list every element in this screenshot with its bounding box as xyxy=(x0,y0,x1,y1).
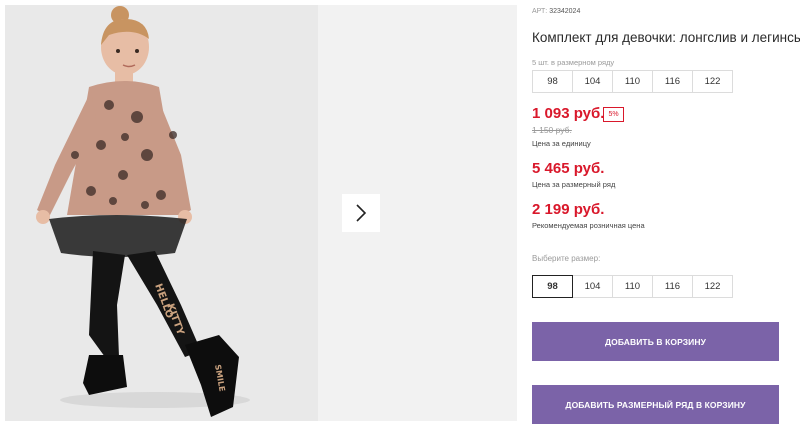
size-selector: 98 104 110 116 122 xyxy=(532,275,733,298)
size-option-98[interactable]: 98 xyxy=(532,275,573,298)
series-size-cell: 98 xyxy=(532,70,573,93)
product-title: Комплект для девочки: лонгслив и легинсы xyxy=(532,30,800,45)
series-size-cell: 104 xyxy=(572,70,613,93)
sku-label: АРТ: xyxy=(532,8,548,15)
series-sizes: 98 104 110 116 122 xyxy=(532,70,733,93)
sku: АРТ: 32342024 xyxy=(532,8,580,15)
chevron-right-icon xyxy=(356,204,367,222)
retail-price: 2 199 руб. xyxy=(532,201,605,218)
gallery-next-button[interactable] xyxy=(342,194,380,232)
series-size-cell: 110 xyxy=(612,70,653,93)
series-size-cell: 116 xyxy=(652,70,693,93)
size-select-label: Выберите размер: xyxy=(532,254,601,263)
retail-price-caption: Рекомендуемая розничная цена xyxy=(532,221,645,230)
series-price-caption: Цена за размерный ряд xyxy=(532,180,616,189)
series-note: 5 шт. в размерном ряду xyxy=(532,58,615,67)
add-series-to-cart-button[interactable]: ДОБАВИТЬ РАЗМЕРНЫЙ РЯД В КОРЗИНУ xyxy=(532,385,779,424)
size-option-104[interactable]: 104 xyxy=(572,275,613,298)
add-to-cart-button[interactable]: ДОБАВИТЬ В КОРЗИНУ xyxy=(532,322,779,361)
unit-price-caption: Цена за единицу xyxy=(532,139,591,148)
size-option-122[interactable]: 122 xyxy=(692,275,733,298)
size-option-116[interactable]: 116 xyxy=(652,275,693,298)
product-photo: HELLO KITTY SMILE xyxy=(5,5,318,421)
sku-value: 32342024 xyxy=(549,8,581,15)
unit-price: 1 093 руб. xyxy=(532,105,605,122)
old-price: 1 150 руб. xyxy=(532,125,572,135)
series-price: 5 465 руб. xyxy=(532,160,605,177)
series-size-cell: 122 xyxy=(692,70,733,93)
size-option-110[interactable]: 110 xyxy=(612,275,653,298)
product-image[interactable]: HELLO KITTY SMILE xyxy=(5,5,318,421)
discount-badge: 5% xyxy=(603,107,624,122)
